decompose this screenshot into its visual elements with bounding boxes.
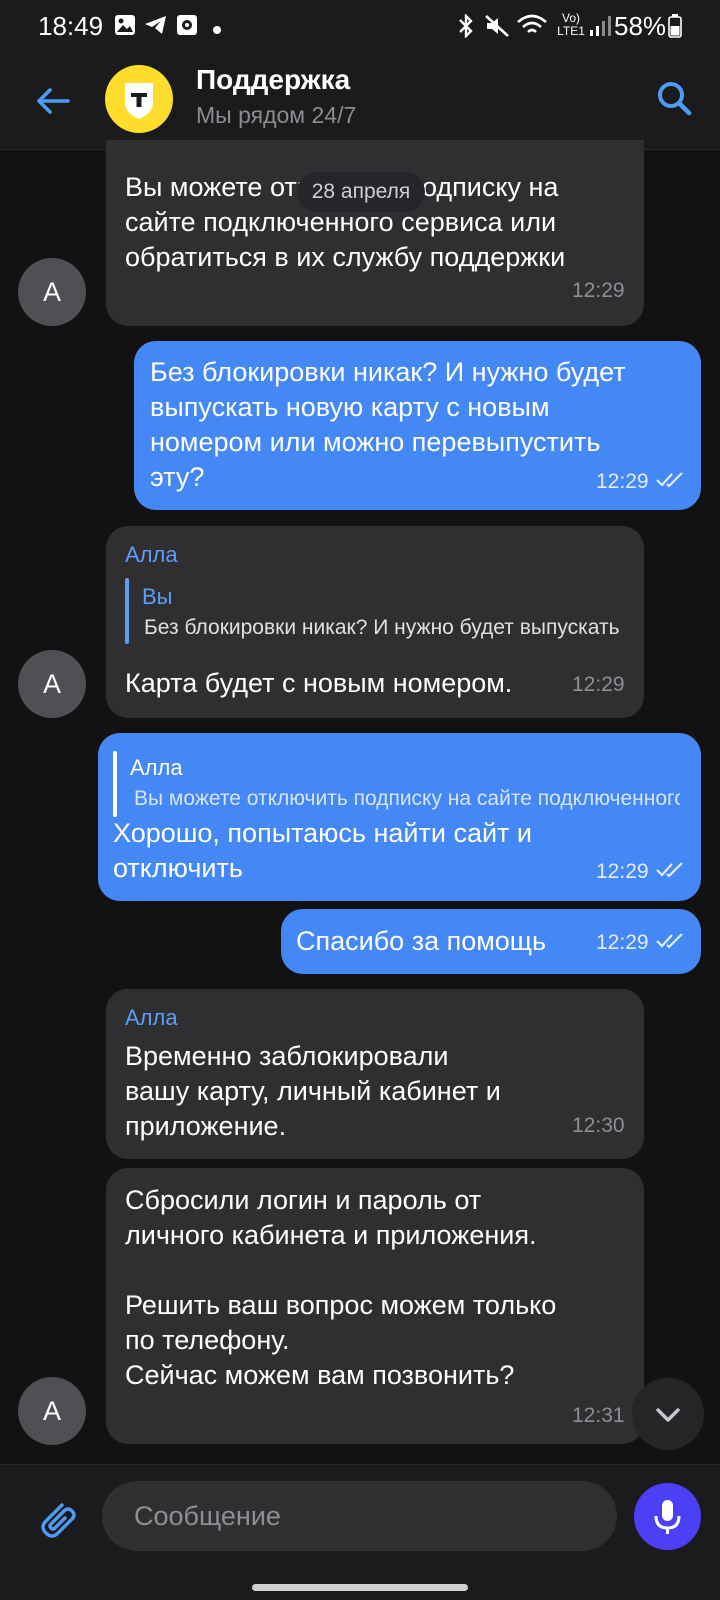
quote-text: Без блокировки никак? И нужно будет выпу…	[144, 616, 622, 639]
chat-header: Поддержка Мы рядом 24/7	[0, 52, 720, 150]
quote-text: Вы можете отключить подписку на сайте по…	[134, 787, 680, 810]
message-bubble-outgoing[interactable]: Без блокировки никак? И нужно будет выпу…	[134, 341, 701, 510]
message-time: 12:30	[572, 1114, 625, 1137]
message-time: 12:29	[596, 931, 649, 954]
double-check-icon	[656, 472, 683, 488]
chat-title: Поддержка	[196, 64, 351, 95]
scroll-to-bottom-button[interactable]	[632, 1378, 704, 1450]
sender-name: Алла	[125, 542, 178, 567]
message-text: Без блокировки никак? И нужно будет выпу…	[150, 357, 626, 492]
avatar[interactable]: А	[18, 258, 86, 326]
message-bubble-incoming[interactable]: Алла Временно заблокировали вашу карту, …	[106, 989, 644, 1159]
date-separator: 28 апреля	[297, 172, 425, 212]
wifi-icon	[517, 14, 547, 33]
message-bubble-outgoing[interactable]: Алла Вы можете отключить подписку на сай…	[98, 733, 701, 901]
message-text: Хорошо, попытаюсь найти сайт и отключить	[113, 818, 533, 883]
attach-icon[interactable]	[32, 1493, 82, 1543]
quote-bar	[113, 751, 117, 817]
avatar[interactable]: А	[18, 650, 86, 718]
microphone-icon	[654, 1500, 681, 1534]
message-text: Спасибо за помощь	[296, 926, 547, 956]
message-text: Сбросили логин и пароль от личного кабин…	[125, 1185, 557, 1390]
quote-author: Алла	[130, 755, 183, 780]
network-label: Vo) LTE1	[557, 11, 585, 38]
telegram-icon	[145, 16, 166, 34]
search-icon[interactable]	[650, 74, 700, 124]
app-notification-icon	[177, 15, 197, 35]
message-bubble-incoming[interactable]: Вы можете отключить подписку на сайте по…	[106, 140, 644, 326]
quote-author: Вы	[142, 584, 173, 609]
message-text: Карта будет с новым номером.	[125, 668, 513, 698]
status-time: 18:49	[38, 11, 104, 41]
message-composer	[0, 1464, 720, 1600]
home-indicator[interactable]	[252, 1584, 468, 1591]
reply-quote[interactable]: Алла Вы можете отключить подписку на сай…	[113, 751, 683, 817]
double-check-icon	[656, 862, 683, 878]
message-bubble-outgoing[interactable]: Спасибо за помощь 12:29	[281, 909, 701, 974]
battery-icon	[668, 14, 682, 38]
message-time: 12:29	[596, 860, 649, 883]
gallery-icon	[115, 15, 135, 35]
message-time: 12:29	[596, 470, 649, 493]
tinkoff-logo-avatar[interactable]	[105, 65, 173, 133]
signal-icon	[590, 16, 611, 36]
message-input[interactable]	[102, 1481, 617, 1551]
more-notifications-dot	[213, 26, 221, 34]
message-bubble-incoming[interactable]: Сбросили логин и пароль от личного кабин…	[106, 1168, 644, 1444]
reply-quote[interactable]: Вы Без блокировки никак? И нужно будет в…	[125, 578, 625, 644]
battery-percent: 58%	[614, 11, 667, 41]
message-time: 12:31	[572, 1404, 625, 1427]
double-check-icon	[656, 933, 683, 949]
voice-message-button[interactable]	[634, 1483, 701, 1550]
back-arrow-icon[interactable]	[30, 78, 76, 124]
message-bubble-incoming[interactable]: Алла Вы Без блокировки никак? И нужно бу…	[106, 526, 644, 718]
chat-subtitle: Мы рядом 24/7	[196, 102, 357, 128]
shield-logo-icon	[125, 83, 153, 119]
mute-icon	[485, 15, 509, 37]
message-time: 12:29	[572, 279, 625, 302]
chevron-down-icon	[656, 1408, 680, 1422]
bluetooth-icon	[459, 14, 473, 38]
quote-bar	[125, 578, 129, 644]
avatar[interactable]: А	[18, 1377, 86, 1445]
message-text: Временно заблокировали вашу карту, личны…	[125, 1041, 501, 1141]
message-time: 12:29	[572, 673, 625, 696]
sender-name: Алла	[125, 1005, 178, 1030]
status-bar: 18:49 Vo) LTE1 58%	[0, 0, 720, 52]
